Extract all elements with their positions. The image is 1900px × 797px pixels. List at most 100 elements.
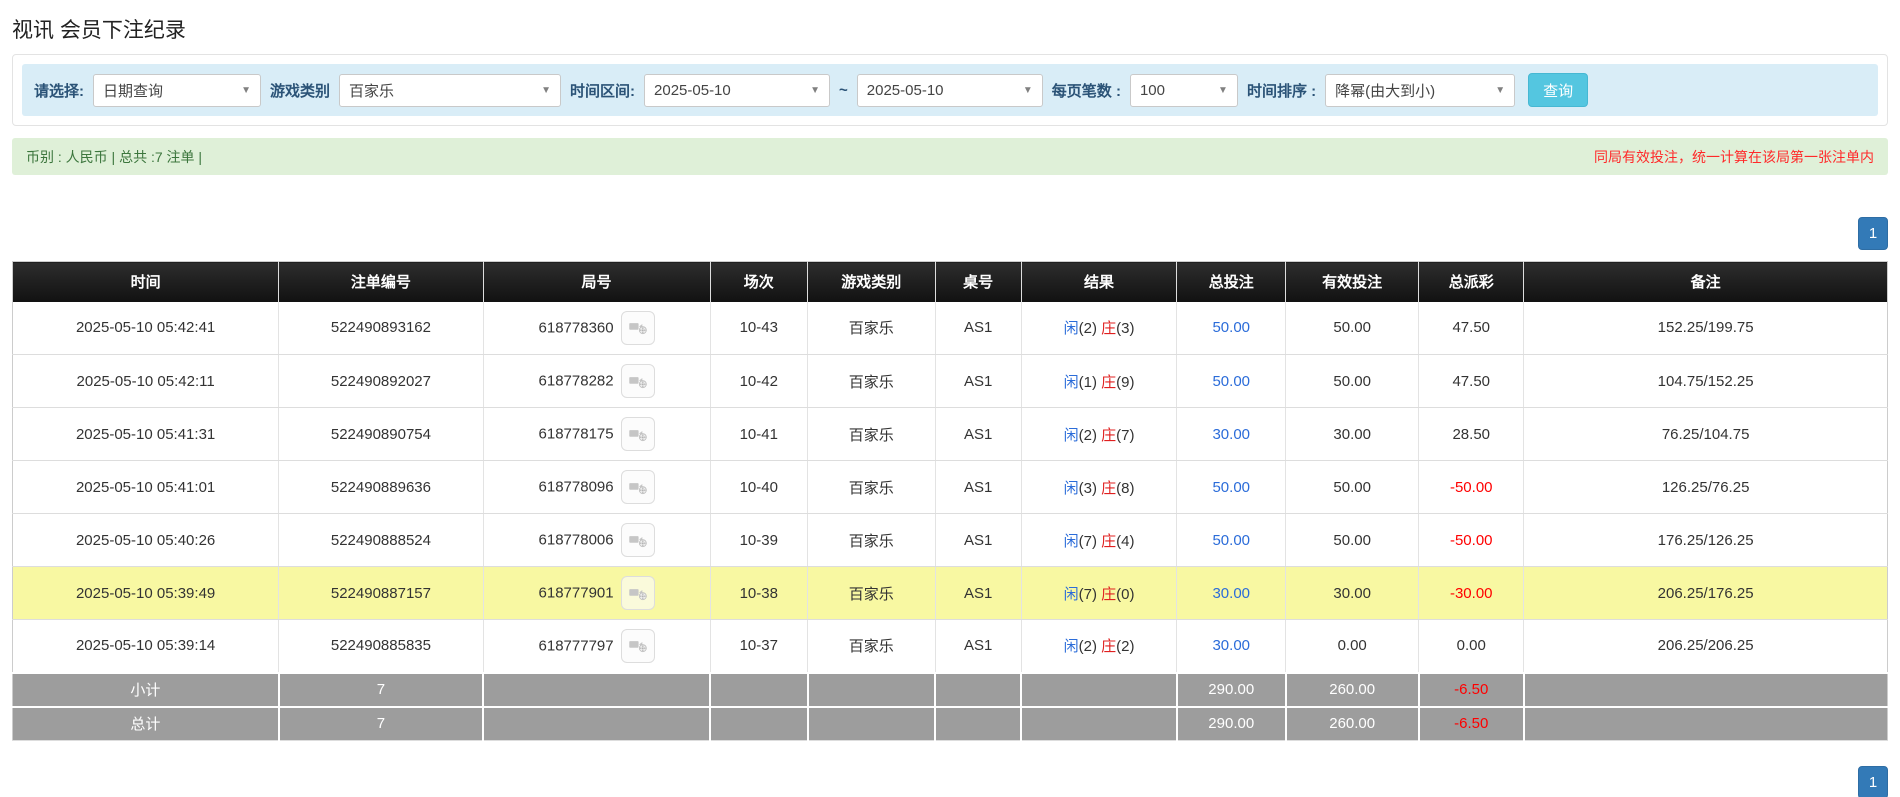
game-type-dropdown[interactable]: 百家乐 ▼	[339, 73, 562, 107]
total-bet-link[interactable]: 30.00	[1212, 637, 1250, 654]
cell-round-id: 618778096	[483, 460, 711, 514]
cell-result: 闲(2) 庄(7)	[1021, 407, 1178, 461]
cell-game-type: 百家乐	[807, 460, 936, 514]
total-label: 总计	[12, 705, 280, 741]
total-bet-link[interactable]: 30.00	[1212, 426, 1250, 443]
total-bet-link[interactable]: 50.00	[1212, 479, 1250, 496]
page-title: 视讯 会员下注纪录	[12, 19, 186, 42]
result-player-label: 闲	[1063, 532, 1079, 550]
game-type-label: 游戏类别	[270, 82, 331, 100]
query-type-dropdown[interactable]: 日期查询 ▼	[93, 73, 261, 107]
cell-session: 10-40	[710, 460, 808, 514]
cell-session: 10-41	[710, 407, 808, 461]
video-replay-button[interactable]	[620, 576, 655, 610]
result-player-label: 闲	[1063, 373, 1079, 391]
cell-time: 2025-05-10 05:42:11	[12, 354, 280, 408]
cell-game-type: 百家乐	[807, 619, 936, 673]
result-player-score: (3)	[1078, 479, 1097, 497]
cell-round-id: 618777797	[483, 619, 711, 673]
chevron-down-icon: ▼	[1022, 84, 1033, 96]
cell-payout: 47.50	[1418, 301, 1525, 355]
video-icon	[628, 634, 648, 657]
cell-payout: -50.00	[1418, 513, 1525, 567]
result-banker-score: (2)	[1116, 638, 1135, 656]
video-replay-button[interactable]	[620, 628, 655, 663]
video-replay-button[interactable]	[620, 417, 655, 451]
filter-panel: 请选择: 日期查询 ▼ 游戏类别 百家乐 ▼ 时间区间: 2025-05-10 …	[12, 54, 1888, 126]
cell-round-id: 618778360	[483, 301, 711, 355]
table-row: 2025-05-10 05:39:14 522490885835 6187777…	[12, 619, 1888, 673]
video-icon	[628, 316, 648, 339]
cell-table-no: AS1	[935, 301, 1022, 355]
page-button-1[interactable]: 1	[1858, 217, 1888, 250]
page-size-dropdown[interactable]: 100 ▼	[1129, 73, 1238, 107]
video-icon	[628, 582, 648, 605]
cell-valid-bet: 0.00	[1285, 619, 1420, 673]
page-size-label: 每页笔数 :	[1051, 82, 1121, 100]
total-bet-link[interactable]: 50.00	[1212, 373, 1250, 390]
result-banker-label: 庄	[1101, 373, 1117, 391]
cell-remark: 206.25/206.25	[1523, 619, 1888, 673]
subtotal-label: 小计	[12, 671, 280, 707]
cell-round-id: 618778175	[483, 407, 711, 461]
total-bet-link[interactable]: 30.00	[1212, 585, 1250, 602]
video-replay-button[interactable]	[620, 310, 655, 345]
header-total-bet: 总投注	[1176, 261, 1287, 302]
subtotal-row: 小计 7 290.00 260.00 -6.50	[12, 671, 1888, 707]
cell-payout: 0.00	[1418, 619, 1525, 673]
video-replay-button[interactable]	[620, 470, 655, 504]
cell-time: 2025-05-10 05:39:49	[12, 566, 280, 620]
result-banker-score: (7)	[1116, 426, 1135, 444]
date-range-label: 时间区间:	[570, 82, 636, 100]
date-to-value: 2025-05-10	[866, 81, 944, 99]
cell-time: 2025-05-10 05:40:26	[12, 513, 280, 567]
summary-bar: 币别 : 人民币 | 总共 :7 注单 | 同局有效投注，统一计算在该局第一张注…	[12, 138, 1888, 175]
cell-bet-id: 522490893162	[278, 301, 484, 355]
sort-order-dropdown[interactable]: 降幂(由大到小) ▼	[1325, 73, 1516, 107]
total-bet-link[interactable]: 50.00	[1212, 532, 1250, 549]
search-button[interactable]: 查询	[1528, 73, 1589, 107]
date-from-value: 2025-05-10	[654, 81, 731, 99]
round-id-text: 618778175	[538, 425, 614, 443]
cell-time: 2025-05-10 05:41:31	[12, 407, 280, 461]
round-id-text: 618778360	[538, 319, 614, 337]
date-from-picker[interactable]: 2025-05-10 ▼	[644, 73, 831, 107]
cell-valid-bet: 30.00	[1285, 566, 1420, 620]
table-row: 2025-05-10 05:42:41 522490893162 6187783…	[12, 301, 1888, 355]
date-separator: ~	[839, 81, 848, 99]
result-player-score: (2)	[1078, 426, 1097, 444]
video-replay-button[interactable]	[620, 364, 655, 398]
result-banker-label: 庄	[1101, 585, 1117, 603]
cell-result: 闲(2) 庄(3)	[1021, 301, 1178, 355]
result-player-score: (7)	[1078, 585, 1097, 603]
video-icon	[628, 370, 648, 393]
cell-result: 闲(3) 庄(8)	[1021, 460, 1178, 514]
cell-result: 闲(7) 庄(4)	[1021, 513, 1178, 567]
round-id-text: 618777901	[538, 584, 614, 602]
cell-total-bet: 50.00	[1176, 513, 1287, 567]
total-payout: -6.50	[1418, 705, 1525, 741]
table-row: 2025-05-10 05:39:49 522490887157 6187779…	[12, 566, 1888, 620]
date-to-picker[interactable]: 2025-05-10 ▼	[856, 73, 1043, 107]
header-result: 结果	[1021, 261, 1178, 302]
cell-total-bet: 30.00	[1176, 407, 1287, 461]
cell-game-type: 百家乐	[807, 513, 936, 567]
result-player-score: (2)	[1078, 320, 1097, 338]
sort-order-value: 降幂(由大到小)	[1335, 82, 1436, 100]
header-bet-id: 注单编号	[278, 261, 484, 302]
cell-result: 闲(1) 庄(9)	[1021, 354, 1178, 408]
cell-remark: 76.25/104.75	[1523, 407, 1888, 461]
result-player-label: 闲	[1063, 320, 1079, 338]
table-row: 2025-05-10 05:41:31 522490890754 6187781…	[12, 407, 1888, 461]
total-bet-link[interactable]: 50.00	[1212, 319, 1250, 336]
result-banker-label: 庄	[1101, 426, 1117, 444]
cell-table-no: AS1	[935, 460, 1022, 514]
result-banker-label: 庄	[1101, 532, 1117, 550]
cell-round-id: 618778006	[483, 513, 711, 567]
page-button-1[interactable]: 1	[1858, 766, 1888, 797]
chevron-down-icon: ▼	[541, 84, 552, 96]
subtotal-payout: -6.50	[1418, 671, 1525, 707]
game-type-value: 百家乐	[349, 82, 395, 100]
cell-session: 10-42	[710, 354, 808, 408]
video-replay-button[interactable]	[620, 523, 655, 557]
